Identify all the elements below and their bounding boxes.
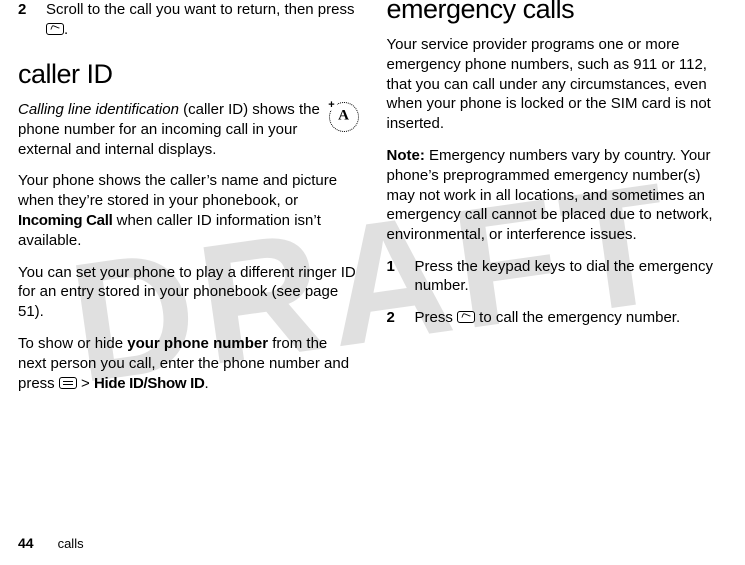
text-italic: Calling line identification <box>18 101 179 118</box>
paragraph: Your phone shows the caller’s name and p… <box>18 171 359 250</box>
left-column: 2 Scroll to the call you want to return,… <box>18 0 359 520</box>
step-number: 1 <box>387 257 401 296</box>
heading-caller-id: caller ID <box>18 59 359 90</box>
send-key-icon <box>457 311 475 323</box>
text-bold: your phone number <box>127 335 268 352</box>
step-text: Press to call the emergency number. <box>415 308 728 328</box>
menu-key-icon <box>59 377 77 389</box>
step-number: 2 <box>387 308 401 328</box>
step-text: Press the keypad keys to dial the emerge… <box>415 257 728 296</box>
text: Scroll to the call you want to return, t… <box>46 1 355 18</box>
text: Emergency numbers vary by country. Your … <box>387 147 713 243</box>
page-number: 44 <box>18 535 34 551</box>
section-label: calls <box>58 536 84 551</box>
text: Press <box>415 309 458 326</box>
list-item: 2 Press to call the emergency number. <box>387 308 728 328</box>
text-bold: Note: <box>387 147 425 164</box>
right-column: emergency calls Your service provider pr… <box>387 0 728 520</box>
text-ui-label: Incoming Call <box>18 212 112 229</box>
text-ui-label: Hide ID/Show ID <box>94 375 205 392</box>
paragraph: + A Calling line identification (caller … <box>18 100 359 159</box>
send-key-icon <box>46 23 64 35</box>
page-columns: 2 Scroll to the call you want to return,… <box>0 0 745 520</box>
heading-emergency-calls: emergency calls <box>387 0 728 25</box>
text: > <box>77 375 94 392</box>
text: to call the emergency number. <box>475 309 680 326</box>
step-text: Scroll to the call you want to return, t… <box>46 0 359 39</box>
paragraph: You can set your phone to play a differe… <box>18 263 359 322</box>
step-number: 2 <box>18 0 32 39</box>
list-item: 2 Scroll to the call you want to return,… <box>18 0 359 39</box>
text: . <box>204 375 208 392</box>
network-dependent-icon: + A <box>329 102 359 138</box>
text: . <box>64 21 68 38</box>
text: Your phone shows the caller’s name and p… <box>18 172 337 209</box>
page-footer: 44 calls <box>18 535 84 551</box>
paragraph: Your service provider programs one or mo… <box>387 35 728 134</box>
paragraph: Note: Emergency numbers vary by country.… <box>387 146 728 245</box>
list-item: 1 Press the keypad keys to dial the emer… <box>387 257 728 296</box>
text: To show or hide <box>18 335 127 352</box>
paragraph: To show or hide your phone number from t… <box>18 334 359 393</box>
